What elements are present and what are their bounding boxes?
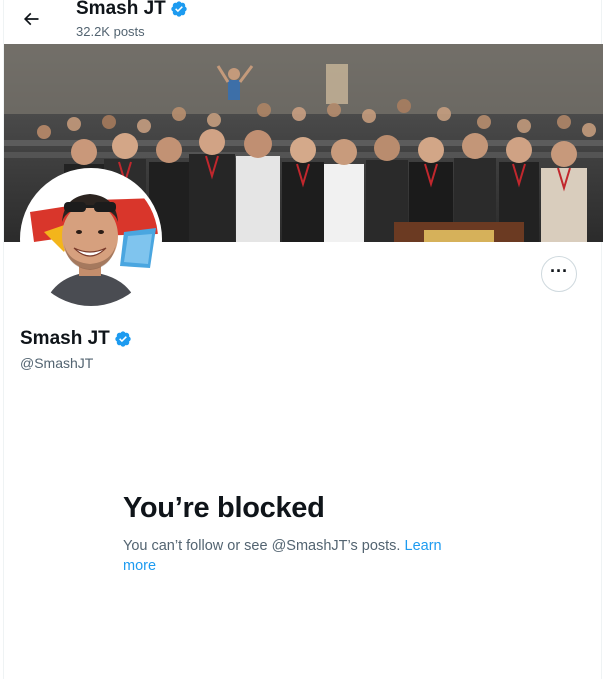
- profile-display-name: Smash JT: [20, 328, 110, 349]
- header-title: Smash JT: [76, 0, 188, 20]
- profile-handle: @SmashJT: [20, 355, 94, 371]
- blocked-title: You’re blocked: [123, 492, 325, 524]
- more-options-icon: ···: [550, 261, 568, 281]
- posts-count: 32.2K posts: [76, 24, 145, 39]
- top-bar: Smash JT 32.2K posts: [4, 0, 601, 44]
- verified-badge-icon: [170, 0, 188, 18]
- header-name: Smash JT: [76, 0, 166, 19]
- more-options-button[interactable]: ···: [541, 256, 577, 292]
- back-button[interactable]: [16, 4, 46, 34]
- blocked-message-text: You can’t follow or see @SmashJT’s posts…: [123, 538, 401, 554]
- profile-name: Smash JT: [20, 328, 132, 350]
- blocked-message: You can’t follow or see @SmashJT’s posts…: [123, 536, 463, 576]
- verified-badge-icon[interactable]: [114, 330, 132, 348]
- profile-page: Smash JT 32.2K posts ··· Smash JT @Smash…: [3, 0, 603, 679]
- blocked-notice: You’re blocked You can’t follow or see @…: [123, 490, 463, 576]
- profile-avatar[interactable]: [20, 168, 162, 310]
- arrow-left-icon: [23, 12, 39, 26]
